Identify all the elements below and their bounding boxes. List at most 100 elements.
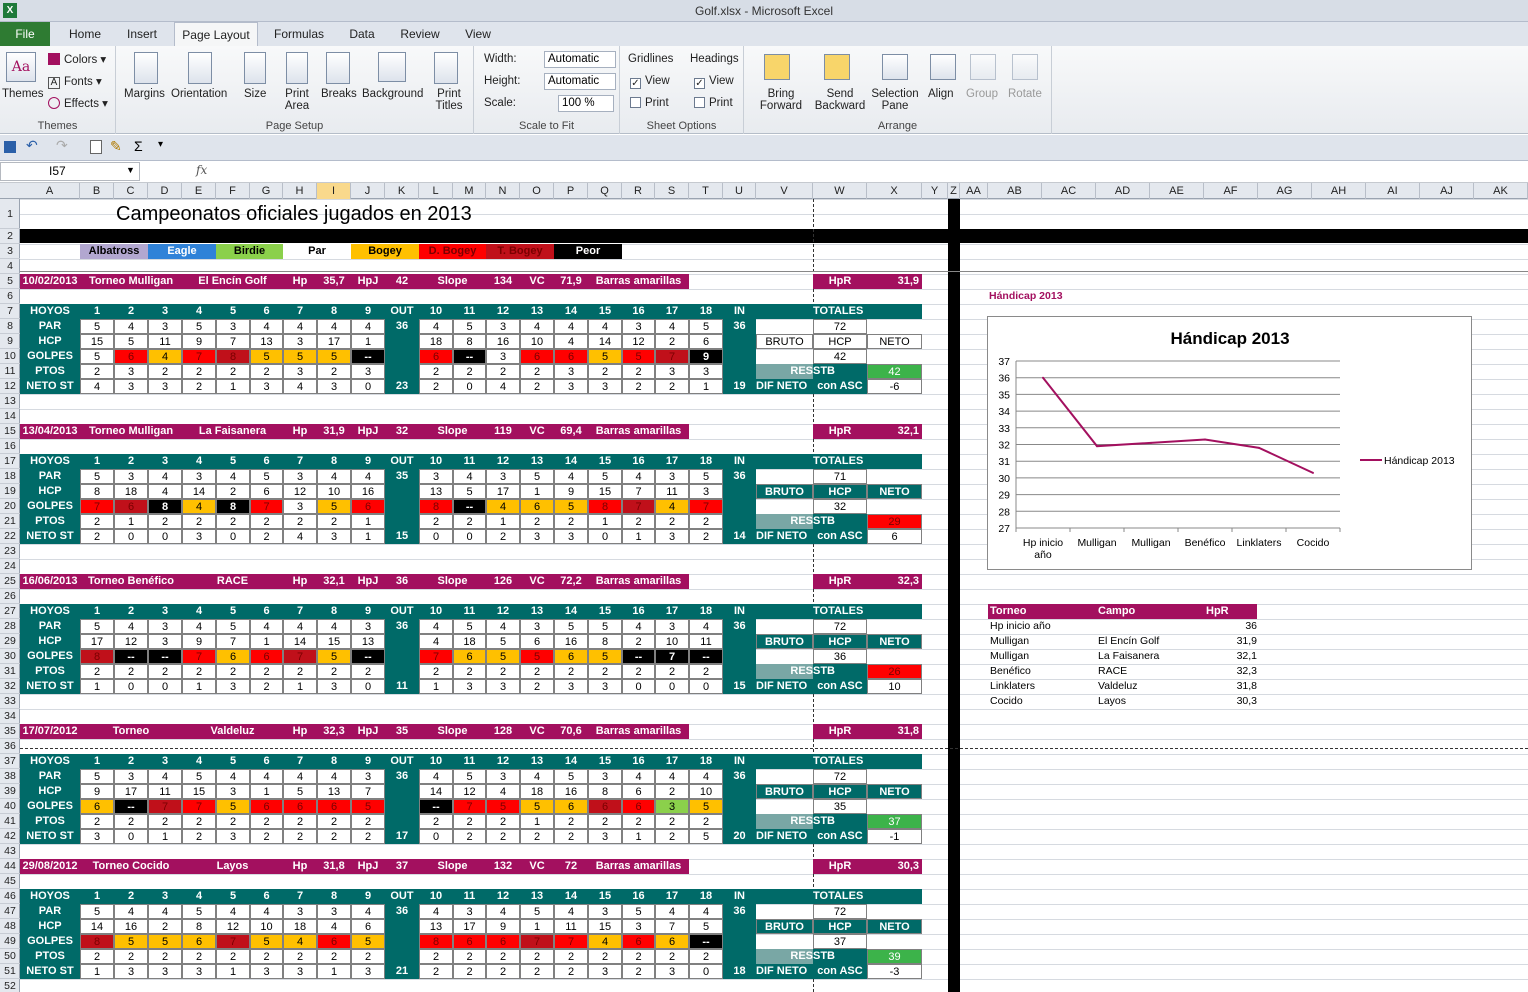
row-header[interactable]: 17 bbox=[0, 454, 20, 469]
height-select[interactable]: Automatic bbox=[544, 73, 616, 90]
tab-view[interactable]: View bbox=[456, 22, 500, 46]
column-header[interactable]: AJ bbox=[1420, 183, 1474, 199]
row-header[interactable]: 5 bbox=[0, 274, 20, 289]
column-header[interactable]: AH bbox=[1312, 183, 1366, 199]
autosum-icon[interactable]: Σ bbox=[134, 138, 143, 154]
row-header[interactable]: 21 bbox=[0, 514, 20, 529]
row-header[interactable]: 49 bbox=[0, 934, 20, 949]
fx-icon[interactable]: fx bbox=[196, 163, 207, 177]
gridlines-view-checkbox[interactable]: ✓ View bbox=[630, 75, 670, 89]
headings-view-checkbox[interactable]: ✓ View bbox=[694, 75, 734, 89]
name-box[interactable]: I57 bbox=[0, 162, 140, 181]
scale-spinner[interactable]: 100 % bbox=[558, 95, 614, 112]
row-header[interactable]: 13 bbox=[0, 394, 20, 409]
column-header[interactable]: B bbox=[80, 183, 114, 199]
column-header[interactable]: W bbox=[813, 183, 867, 199]
row-header[interactable]: 9 bbox=[0, 334, 20, 349]
row-header[interactable]: 11 bbox=[0, 364, 20, 379]
row-header[interactable]: 2 bbox=[0, 229, 20, 244]
row-header[interactable]: 52 bbox=[0, 979, 20, 992]
group-button[interactable]: Group bbox=[966, 88, 998, 100]
column-header[interactable]: R bbox=[622, 183, 655, 199]
formula-input[interactable] bbox=[214, 162, 1524, 181]
column-header[interactable]: AD bbox=[1096, 183, 1150, 199]
column-header[interactable]: I bbox=[317, 183, 351, 199]
customize-qat-icon[interactable]: ▾ bbox=[158, 139, 163, 150]
headings-print-checkbox[interactable]: Print bbox=[694, 97, 733, 109]
row-header[interactable]: 38 bbox=[0, 769, 20, 784]
column-header[interactable]: F bbox=[216, 183, 250, 199]
column-header[interactable]: N bbox=[486, 183, 520, 199]
sheet-area[interactable]: Campeonatos oficiales jugados en 2013 Al… bbox=[20, 199, 1528, 992]
row-header[interactable]: 28 bbox=[0, 619, 20, 634]
row-header[interactable]: 34 bbox=[0, 709, 20, 724]
background-button[interactable]: Background bbox=[362, 88, 423, 100]
effects-button[interactable]: Effects ▾ bbox=[48, 96, 108, 110]
row-header[interactable]: 27 bbox=[0, 604, 20, 619]
column-header[interactable]: AK bbox=[1474, 183, 1528, 199]
row-header[interactable]: 51 bbox=[0, 964, 20, 979]
column-header[interactable]: P bbox=[554, 183, 588, 199]
column-header[interactable]: Q bbox=[588, 183, 622, 199]
column-header[interactable]: L bbox=[419, 183, 453, 199]
row-header[interactable]: 6 bbox=[0, 289, 20, 304]
row-header[interactable]: 22 bbox=[0, 529, 20, 544]
row-header[interactable]: 29 bbox=[0, 634, 20, 649]
column-header[interactable]: H bbox=[283, 183, 317, 199]
column-header[interactable]: AB bbox=[988, 183, 1042, 199]
column-header[interactable]: U bbox=[723, 183, 756, 199]
redo-icon[interactable]: ↷ bbox=[56, 137, 68, 154]
fonts-button[interactable]: A Fonts ▾ bbox=[48, 74, 102, 89]
column-header[interactable]: E bbox=[182, 183, 216, 199]
row-header[interactable]: 40 bbox=[0, 799, 20, 814]
row-header[interactable]: 10 bbox=[0, 349, 20, 364]
row-header[interactable]: 23 bbox=[0, 544, 20, 559]
themes-icon[interactable]: Aa bbox=[6, 52, 36, 82]
column-header[interactable]: AE bbox=[1150, 183, 1204, 199]
print-preview-icon[interactable] bbox=[90, 140, 102, 154]
column-header[interactable]: AI bbox=[1366, 183, 1420, 199]
selection-pane-button[interactable]: Selection Pane bbox=[870, 88, 920, 112]
row-header[interactable]: 32 bbox=[0, 679, 20, 694]
column-header[interactable]: AA bbox=[960, 183, 988, 199]
column-header[interactable]: Y bbox=[922, 183, 948, 199]
row-header[interactable]: 16 bbox=[0, 439, 20, 454]
row-header[interactable]: 36 bbox=[0, 739, 20, 754]
column-header[interactable]: AF bbox=[1204, 183, 1258, 199]
row-header[interactable]: 37 bbox=[0, 754, 20, 769]
row-header[interactable]: 33 bbox=[0, 694, 20, 709]
row-header[interactable]: 41 bbox=[0, 814, 20, 829]
colors-button[interactable]: Colors ▾ bbox=[48, 52, 106, 66]
row-header[interactable]: 25 bbox=[0, 574, 20, 589]
column-header[interactable]: S bbox=[655, 183, 689, 199]
row-header[interactable]: 43 bbox=[0, 844, 20, 859]
align-button[interactable]: Align bbox=[928, 88, 954, 100]
column-header[interactable]: O bbox=[520, 183, 554, 199]
tab-file[interactable]: File bbox=[0, 22, 50, 46]
tab-formulas[interactable]: Formulas bbox=[268, 22, 330, 46]
margins-button[interactable]: Margins bbox=[124, 88, 165, 100]
row-header[interactable]: 39 bbox=[0, 784, 20, 799]
print-area-button[interactable]: Print Area bbox=[282, 88, 312, 112]
tab-insert[interactable]: Insert bbox=[118, 22, 166, 46]
send-backward-button[interactable]: Send Backward bbox=[812, 88, 868, 112]
row-header[interactable]: 44 bbox=[0, 859, 20, 874]
orientation-button[interactable]: Orientation bbox=[171, 88, 227, 100]
tab-page-layout[interactable]: Page Layout bbox=[174, 22, 258, 46]
row-header[interactable]: 3 bbox=[0, 244, 20, 259]
column-header[interactable]: V bbox=[756, 183, 813, 199]
row-header[interactable]: 48 bbox=[0, 919, 20, 934]
column-header[interactable]: G bbox=[250, 183, 283, 199]
row-header[interactable]: 47 bbox=[0, 904, 20, 919]
column-header[interactable]: K bbox=[385, 183, 419, 199]
breaks-button[interactable]: Breaks bbox=[321, 88, 357, 100]
column-header[interactable]: J bbox=[351, 183, 385, 199]
row-header[interactable]: 50 bbox=[0, 949, 20, 964]
bring-forward-button[interactable]: Bring Forward bbox=[756, 88, 806, 112]
row-header[interactable]: 46 bbox=[0, 889, 20, 904]
row-header[interactable]: 18 bbox=[0, 469, 20, 484]
themes-button[interactable]: Themes bbox=[2, 88, 44, 100]
save-icon[interactable] bbox=[4, 141, 16, 153]
row-header[interactable]: 31 bbox=[0, 664, 20, 679]
column-header[interactable]: C bbox=[114, 183, 148, 199]
